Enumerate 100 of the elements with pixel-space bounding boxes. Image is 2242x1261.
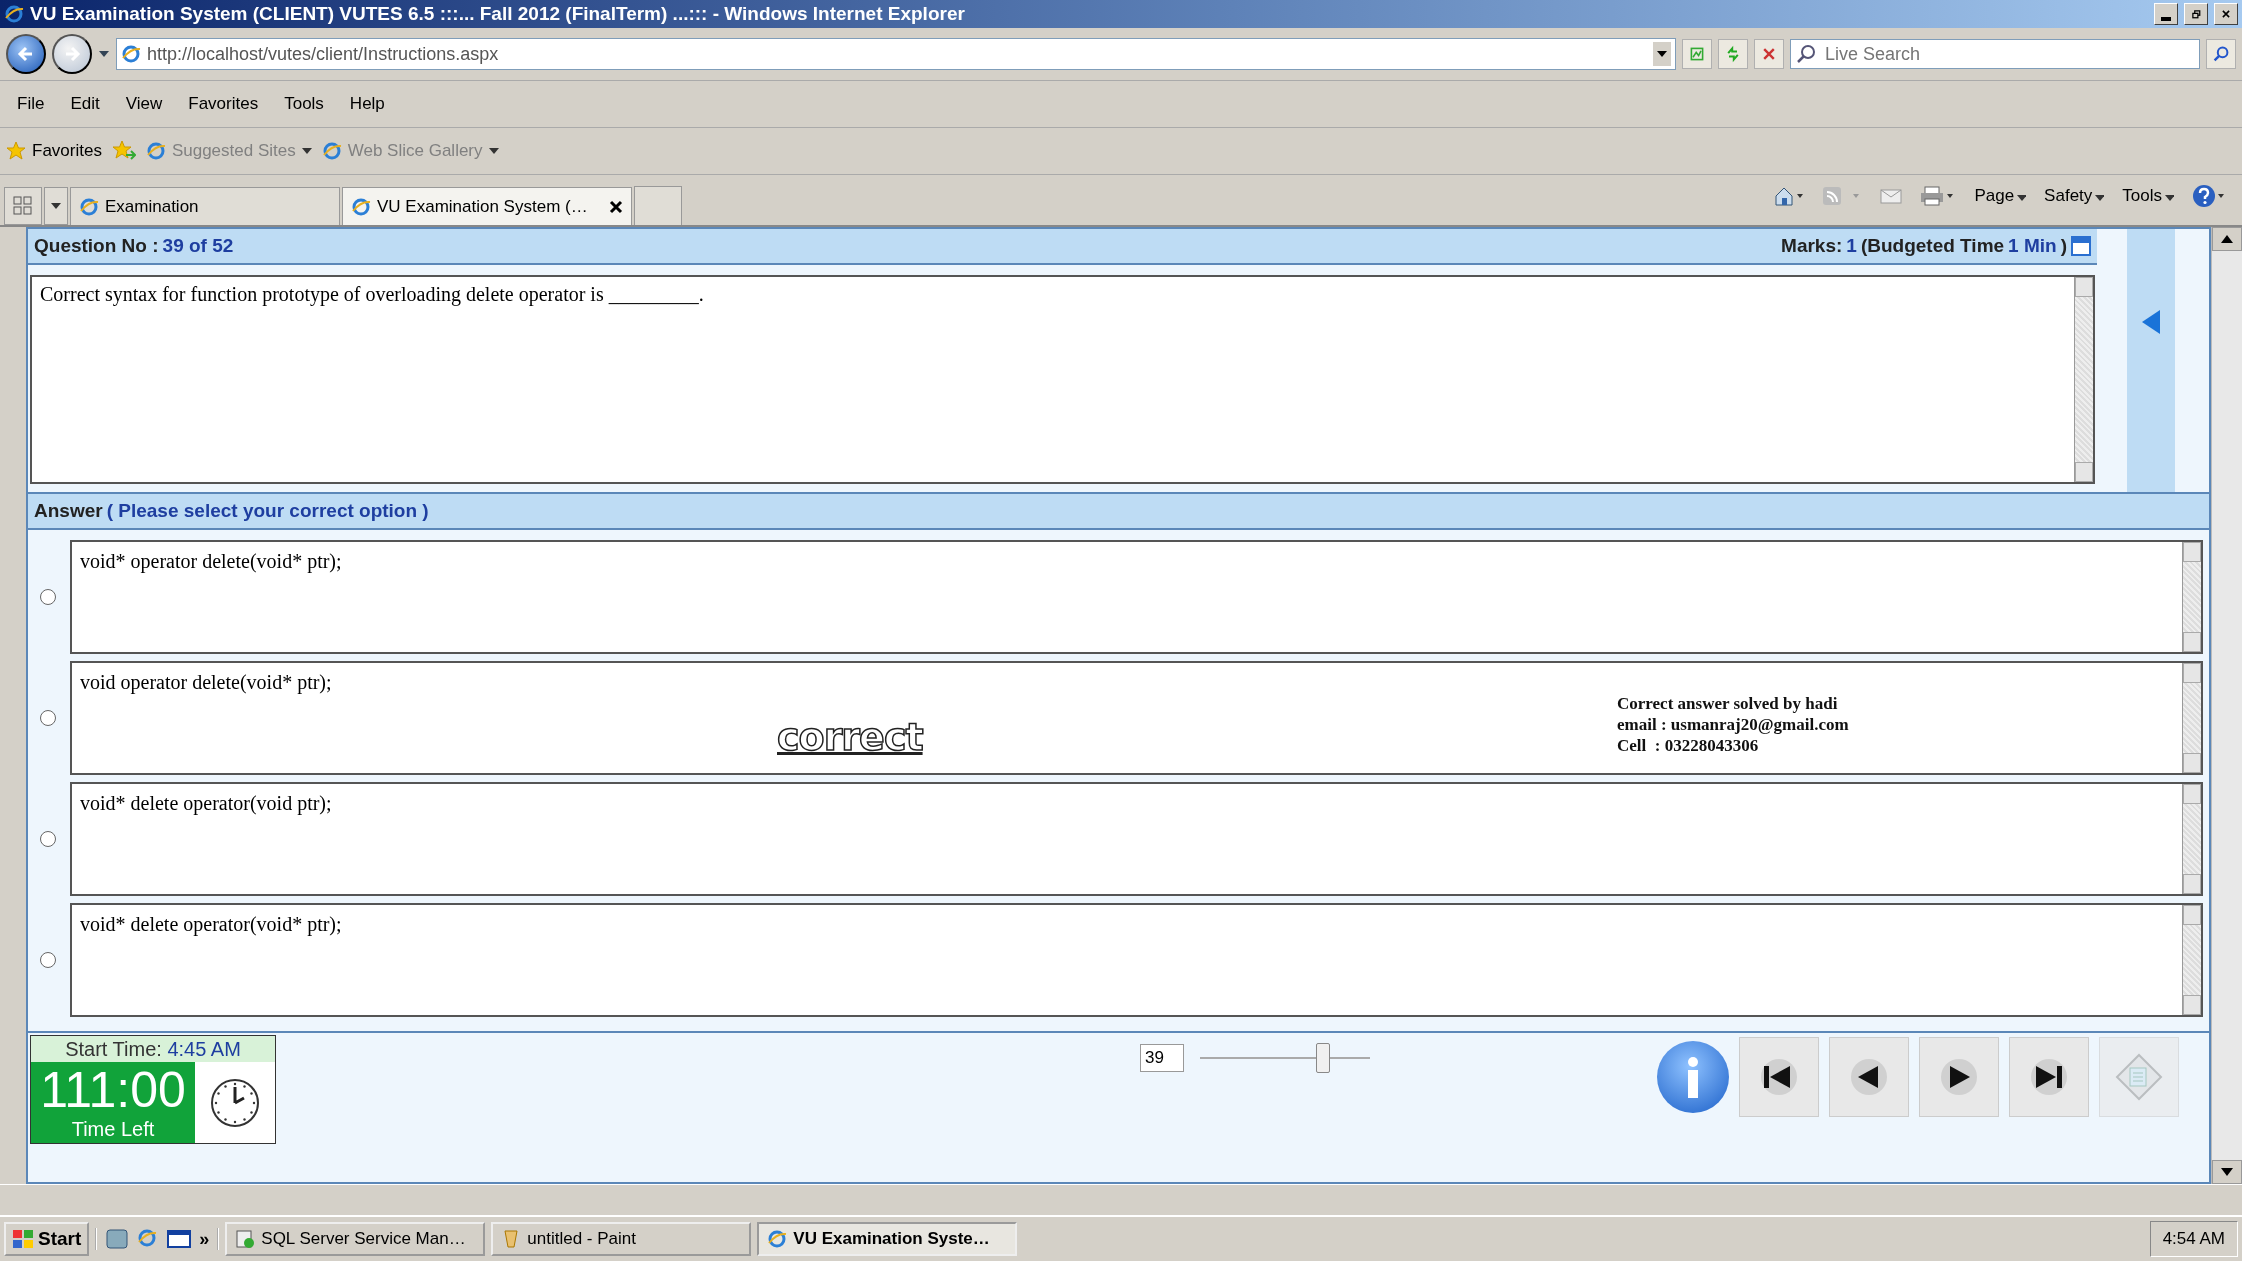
- first-button[interactable]: [1739, 1037, 1819, 1117]
- next-button[interactable]: [1919, 1037, 1999, 1117]
- search-field[interactable]: Live Search: [1790, 39, 2200, 69]
- time-remaining: 111:00: [39, 1062, 187, 1118]
- address-field[interactable]: http://localhost/vutes/client/Instructions.aspx: [116, 38, 1676, 70]
- star-icon: [6, 141, 26, 161]
- refresh-icon: [1725, 44, 1741, 64]
- scrollbar[interactable]: [2182, 905, 2201, 1015]
- dropdown-caret-icon: [488, 148, 499, 154]
- budget-label: (Budgeted Time: [1860, 235, 2005, 257]
- marks-label: Marks:: [1781, 235, 1843, 257]
- up-arrow-icon[interactable]: [2221, 235, 2233, 243]
- back-button[interactable]: [6, 34, 46, 74]
- taskbar-button[interactable]: untitled - Paint: [491, 1222, 752, 1256]
- command-menu[interactable]: Page: [1974, 186, 2027, 206]
- scrollbar[interactable]: [2182, 542, 2201, 652]
- start-button[interactable]: Start: [4, 1222, 90, 1256]
- windows-logo-icon: [12, 1229, 34, 1249]
- home-icon[interactable]: [1774, 185, 1805, 207]
- skip-forward-icon: [2030, 1058, 2068, 1096]
- favorites-button[interactable]: Favorites: [6, 141, 102, 161]
- grid-icon: [13, 196, 33, 216]
- page-icon: [351, 196, 371, 217]
- radio-button[interactable]: [40, 589, 56, 605]
- dropdown-caret-icon: [301, 148, 312, 154]
- budget-value: 1 Min: [2008, 235, 2057, 257]
- tab-list-button[interactable]: [44, 187, 68, 225]
- window-icon[interactable]: [167, 1229, 192, 1249]
- marks-value: 1: [1846, 235, 1857, 257]
- slider-thumb[interactable]: [1316, 1043, 1331, 1073]
- correct-label: correct: [777, 715, 923, 759]
- menu-item[interactable]: Favorites: [175, 94, 272, 114]
- app-icon: [767, 1229, 788, 1249]
- taskbar-button[interactable]: SQL Server Service Man…: [225, 1222, 486, 1256]
- command-menu[interactable]: Safety: [2044, 186, 2105, 206]
- minimize-icon: [2161, 17, 2171, 21]
- browser-tab[interactable]: VU Examination System (…: [342, 187, 632, 225]
- dropdown-caret-icon: [2092, 195, 2105, 201]
- option-text: void* delete operator(void* ptr);: [79, 912, 343, 938]
- answer-hint: ( Please select your correct option ): [106, 500, 429, 522]
- page-icon: [321, 141, 342, 161]
- skip-back-icon: [1760, 1058, 1798, 1096]
- option-text: void* delete operator(void ptr);: [79, 791, 333, 817]
- answer-label: Answer: [34, 500, 103, 522]
- restore-button[interactable]: [2184, 3, 2208, 25]
- question-label: Question No :: [34, 235, 159, 257]
- stop-button[interactable]: [1754, 39, 1784, 69]
- minimize-button[interactable]: [2154, 3, 2178, 25]
- search-button[interactable]: [2206, 39, 2236, 69]
- document-stack-icon: [2114, 1052, 2164, 1102]
- option-text: void operator delete(void* ptr);: [79, 670, 333, 696]
- question-text: Correct syntax for function prototype of overloading delete operator is _________.: [39, 282, 705, 308]
- search-icon: [2213, 44, 2229, 64]
- menu-item[interactable]: Tools: [271, 94, 337, 114]
- budget-end: ): [2060, 235, 2067, 257]
- down-arrow-icon[interactable]: [2221, 1168, 2233, 1176]
- browser-icon: [4, 4, 24, 24]
- close-icon[interactable]: [609, 199, 623, 214]
- page-icon: [145, 141, 166, 161]
- menu-item[interactable]: Help: [336, 94, 398, 114]
- radio-button[interactable]: [40, 831, 56, 847]
- radio-button[interactable]: [40, 710, 56, 726]
- left-triangle-icon[interactable]: [2140, 309, 2162, 335]
- page-icon: [79, 196, 99, 217]
- scrollbar[interactable]: [2182, 784, 2201, 894]
- app-icon: [235, 1229, 256, 1249]
- window-title: VU Examination System (CLIENT) VUTES 6.5 :::... Fall 2012 (FinalTerm) ...::: - Windows Internet Explorer: [30, 3, 966, 25]
- time-left-label: Time Left: [70, 1118, 156, 1141]
- menu-item[interactable]: Edit: [57, 94, 113, 114]
- forward-button[interactable]: [52, 34, 92, 74]
- option-text: void* operator delete(void* ptr);: [79, 549, 343, 575]
- page-icon: [121, 44, 141, 64]
- menu-item[interactable]: View: [112, 94, 176, 114]
- command-menu[interactable]: Tools: [2122, 186, 2174, 206]
- answer-note: Correct answer solved by hadi email : usmanraj20@gmail.com Cell : 03228043306: [1617, 693, 1849, 756]
- window-icon[interactable]: [2071, 236, 2091, 256]
- previous-button[interactable]: [1829, 1037, 1909, 1117]
- dropdown-caret-icon[interactable]: [98, 50, 110, 58]
- question-number: 39 of 52: [162, 235, 234, 257]
- taskbar-button[interactable]: VU Examination Syste…: [757, 1222, 1018, 1256]
- desktop-icon[interactable]: [105, 1228, 130, 1250]
- more-button[interactable]: »: [199, 1228, 210, 1250]
- page-scrollbar[interactable]: [2211, 227, 2242, 1184]
- scrollbar[interactable]: [2182, 663, 2201, 773]
- question-number-field[interactable]: 39: [1140, 1044, 1184, 1072]
- scrollbar[interactable]: [2074, 277, 2093, 482]
- start-time: Start Time: 4:45 AM: [31, 1036, 275, 1062]
- radio-button[interactable]: [40, 952, 56, 968]
- close-button[interactable]: [2214, 3, 2238, 25]
- clock-icon: [210, 1077, 260, 1128]
- menu-item[interactable]: File: [4, 94, 58, 114]
- dropdown-caret-icon: [2014, 195, 2027, 201]
- last-button[interactable]: [2009, 1037, 2089, 1117]
- help-icon[interactable]: [2192, 184, 2226, 208]
- browser-tab[interactable]: Examination: [70, 187, 340, 225]
- refresh-button[interactable]: [1718, 39, 1748, 69]
- dropdown-caret-icon: [51, 203, 61, 209]
- dropdown-caret-icon[interactable]: [1653, 42, 1671, 66]
- clock-time: 4:54 AM: [2162, 1229, 2225, 1249]
- dropdown-caret-icon: [2162, 195, 2174, 201]
